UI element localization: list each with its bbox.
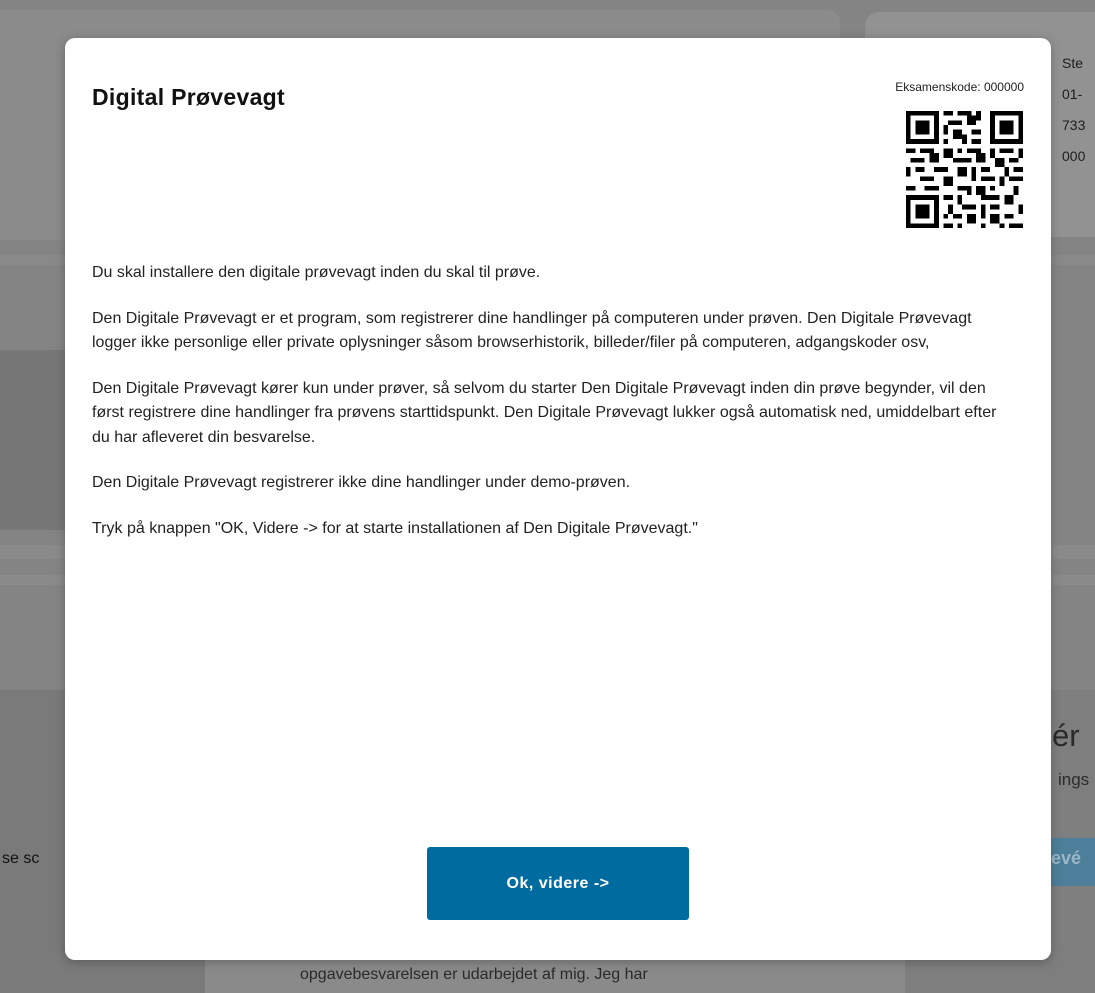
- digital-proctor-modal: Digital Prøvevagt Eksamenskode: 000000 D…: [65, 38, 1051, 960]
- modal-paragraph: Den Digitale Prøvevagt kører kun under p…: [92, 379, 997, 446]
- background-button: evé: [1045, 838, 1095, 886]
- background-info-line: 733: [1062, 117, 1086, 133]
- modal-paragraph: Den Digitale Prøvevagt er et program, so…: [92, 309, 972, 352]
- modal-title: Digital Prøvevagt: [92, 84, 285, 110]
- background-info-line: 000: [1062, 148, 1086, 164]
- modal-paragraph: Den Digitale Prøvevagt registrerer ikke …: [92, 474, 631, 491]
- background-body-text: opgavebesvarelsen er udarbejdet af mig. …: [300, 966, 648, 983]
- qr-code-icon: [906, 111, 1023, 228]
- background-subheading: ings: [1058, 770, 1090, 789]
- modal-paragraph: Du skal installere den digitale prøvevag…: [92, 264, 541, 281]
- background-heading: ér: [1052, 718, 1080, 753]
- modal-body: Du skal installere den digitale prøvevag…: [92, 261, 1012, 562]
- background-info-text: Ste 01- 733 000: [1062, 48, 1085, 172]
- exam-code-label: Eksamenskode: 000000: [895, 80, 1024, 94]
- background-info-line: Ste: [1062, 55, 1084, 71]
- ok-continue-button[interactable]: Ok, videre ->: [427, 847, 689, 920]
- background-block: [0, 350, 70, 530]
- modal-paragraph: Tryk på knappen "OK, Videre -> for at st…: [92, 519, 698, 537]
- background-info-line: 01-: [1062, 86, 1083, 102]
- background-text: se sc: [2, 850, 40, 867]
